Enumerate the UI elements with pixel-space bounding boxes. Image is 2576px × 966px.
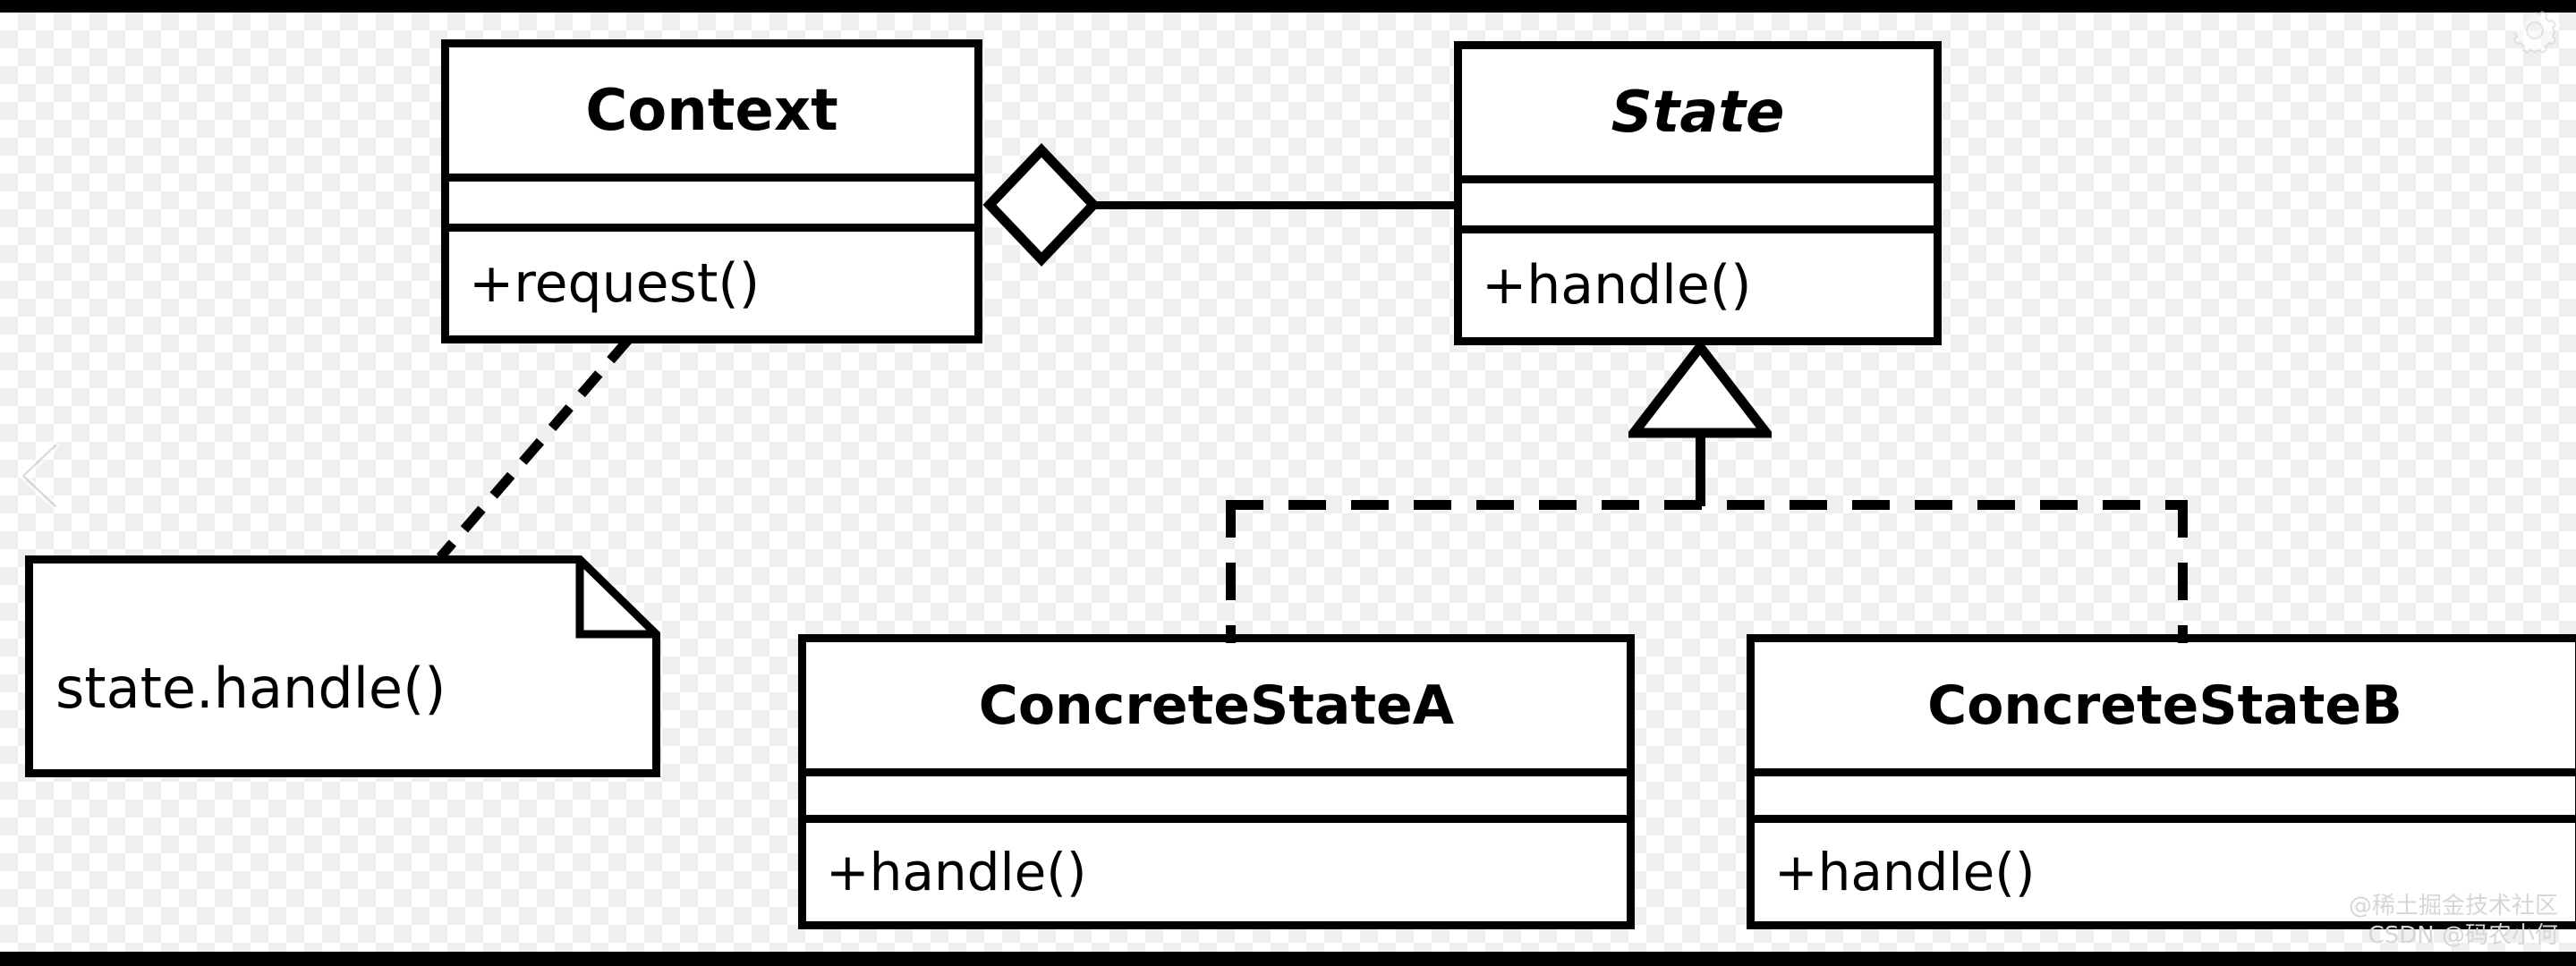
realization-branch-to-concrete-state-b xyxy=(2178,500,2188,643)
class-name-context: Context xyxy=(585,77,838,144)
uml-class-context[interactable]: Context +request() xyxy=(441,39,982,343)
uml-class-concrete-state-b[interactable]: ConcreteStateB +handle() xyxy=(1747,634,2576,929)
class-operation-handle-b: +handle() xyxy=(1755,815,2575,921)
class-attributes-state xyxy=(1462,175,1934,225)
chevron-left-icon[interactable] xyxy=(13,440,68,512)
class-attributes-concrete-state-a xyxy=(806,768,1627,815)
class-operation-request: +request() xyxy=(449,224,974,335)
viewer-top-bar xyxy=(0,0,2576,13)
class-operation-handle-state: +handle() xyxy=(1462,225,1934,337)
class-name-concrete-state-a: ConcreteStateA xyxy=(978,674,1455,737)
diagram-canvas[interactable]: Context +request() State +handle() Concr… xyxy=(0,13,2576,952)
note-text: state.handle() xyxy=(55,656,446,721)
realization-horizontal-branch xyxy=(1226,500,2188,510)
gear-icon[interactable] xyxy=(2510,5,2560,55)
note-anchor-line xyxy=(429,335,635,563)
class-name-concrete-state-b: ConcreteStateB xyxy=(1927,674,2402,737)
class-attributes-context xyxy=(449,174,974,224)
aggregation-diamond-icon xyxy=(982,142,1101,267)
realization-branch-to-concrete-state-a xyxy=(1226,500,1236,643)
association-line-context-state xyxy=(1093,201,1456,209)
uml-class-state[interactable]: State +handle() xyxy=(1454,41,1942,345)
class-operation-handle-a: +handle() xyxy=(806,815,1627,921)
uml-note[interactable]: state.handle() xyxy=(25,555,660,777)
uml-class-concrete-state-a[interactable]: ConcreteStateA +handle() xyxy=(798,634,1635,929)
class-attributes-concrete-state-b xyxy=(1755,768,2575,815)
class-name-state: State xyxy=(1611,79,1785,146)
realization-stem xyxy=(1696,433,1705,506)
generalization-triangle-icon xyxy=(1623,338,1777,438)
viewer-bottom-bar xyxy=(0,952,2576,966)
